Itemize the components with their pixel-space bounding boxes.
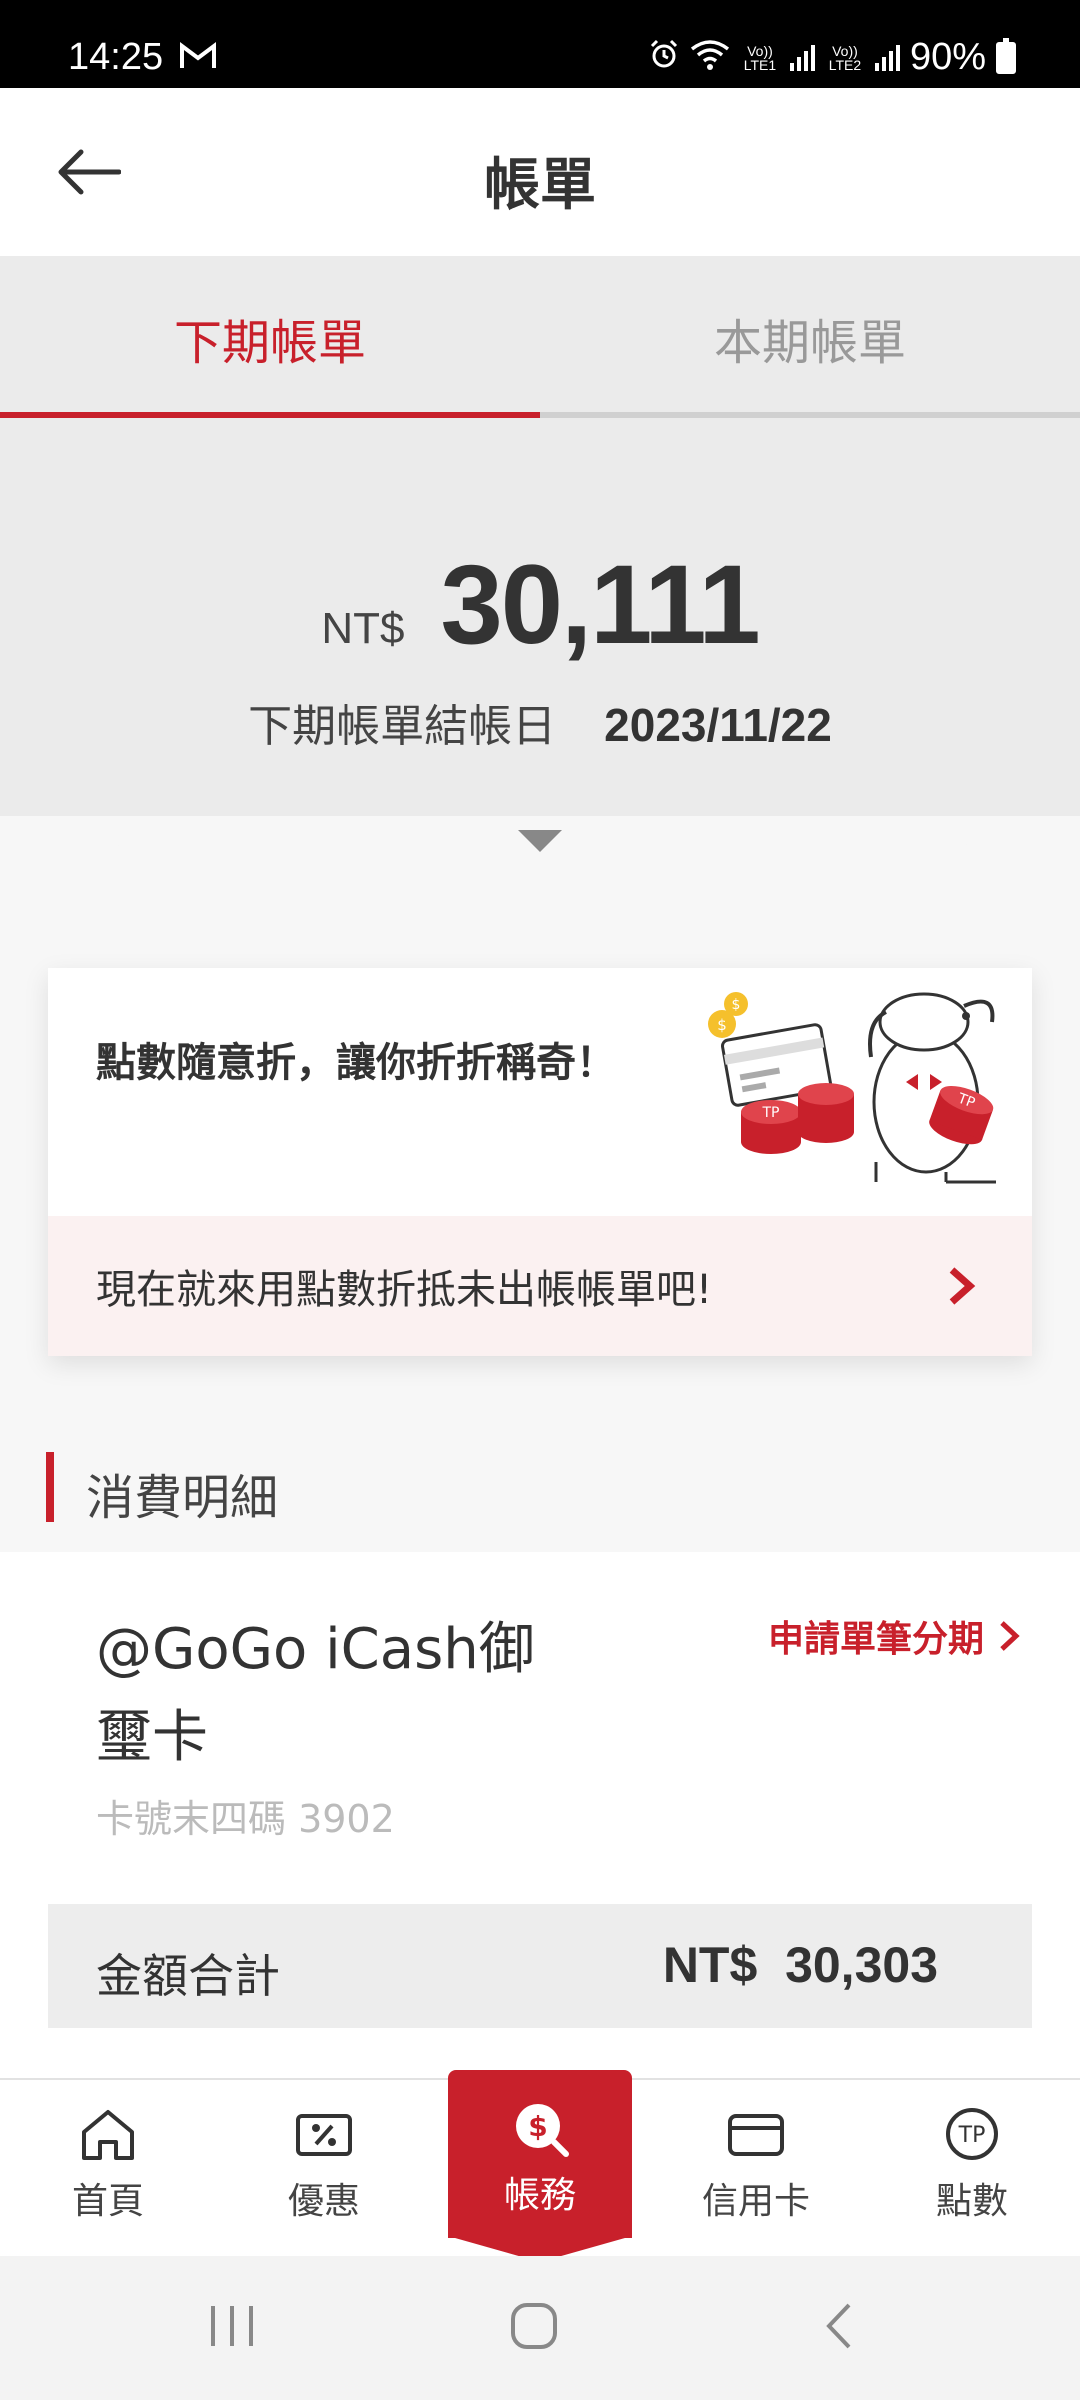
svg-text:$: $ (732, 997, 741, 1013)
svg-text:$: $ (528, 2110, 547, 2143)
tab-indicator-active (0, 412, 540, 418)
tab-current-bill[interactable]: 本期帳單 (540, 256, 1080, 420)
network-label-2: Vo)) LTE2 (828, 42, 862, 73)
total-amount-row: 金額合計 NT$ 30,303 (48, 1904, 1032, 2028)
section-title: 消費明細 (86, 1470, 279, 1526)
status-icons: Vo)) LTE1 Vo)) LTE2 90% (648, 36, 1016, 79)
billing-icon: $ (516, 2104, 569, 2157)
nav-label-credit-card: 信用卡 (701, 2181, 810, 2222)
promo-footer-text: 現在就來用點數折抵未出帳帳單吧! (96, 1267, 713, 1313)
points-promo-card[interactable]: 點數隨意折，讓你折折稱奇！ $ $ TP TP 現在就來用點數折抵未出帳帳單吧! (48, 968, 1032, 1356)
home-button[interactable] (474, 2286, 594, 2366)
nav-item-home[interactable]: 首頁 (0, 2080, 216, 2258)
installment-link-label: 申請單筆分期 (767, 1619, 984, 1660)
status-bar: 14:25 Vo)) LTE1 Vo)) LTE2 90% (0, 0, 1080, 88)
nav-item-billing[interactable]: $ 帳務 (448, 2070, 632, 2238)
battery-percent: 90% (909, 36, 986, 78)
apply-installment-link[interactable]: 申請單筆分期 (768, 1610, 1020, 1662)
signal-icon (789, 44, 815, 71)
bill-tabs: 下期帳單 本期帳單 (0, 256, 1080, 420)
home-circle-icon (511, 2303, 557, 2349)
closing-date-row: 下期帳單結帳日 2023/11/22 (0, 690, 1080, 754)
credit-card-icon (728, 2114, 784, 2156)
tab-indicator-idle (540, 412, 1080, 418)
total-value: NT$ 30,303 (662, 1937, 938, 1993)
system-back-button[interactable] (778, 2286, 898, 2366)
svg-text:TP: TP (958, 2123, 986, 2148)
signal-icon (874, 44, 900, 71)
gmail-icon (180, 42, 216, 78)
svg-text:$: $ (717, 1016, 727, 1034)
svg-text:TP: TP (762, 1105, 780, 1121)
amount-currency: NT$ (321, 604, 405, 653)
promo-footer-link[interactable]: 現在就來用點數折抵未出帳帳單吧! (48, 1216, 1032, 1356)
tab-next-bill[interactable]: 下期帳單 (0, 256, 540, 420)
nav-label-points: 點數 (935, 2181, 1008, 2222)
nav-label-home: 首頁 (71, 2181, 144, 2222)
section-accent-bar (46, 1452, 54, 1522)
wifi-icon (690, 39, 730, 76)
dog-mascot-illustration: $ $ TP TP (708, 992, 996, 1184)
chevron-right-icon (949, 1267, 976, 1305)
nav-item-offers[interactable]: 優惠 (216, 2080, 432, 2258)
card-last-four: 卡號末四碼 3902 (96, 1797, 395, 1841)
discount-icon (296, 2114, 352, 2156)
battery-icon (996, 37, 1016, 74)
app-header: 帳單 (0, 88, 1080, 256)
chevron-down-icon[interactable] (518, 828, 562, 854)
nav-item-credit-card[interactable]: 信用卡 (648, 2080, 864, 2258)
closing-date-label: 下期帳單結帳日 (248, 701, 557, 752)
page-title: 帳單 (484, 152, 596, 218)
network-label-1: Vo)) LTE1 (743, 42, 777, 73)
bill-amount: NT$ 30,111 (0, 540, 1080, 669)
nav-label-offers: 優惠 (287, 2181, 360, 2222)
closing-date-value: 2023/11/22 (604, 699, 832, 751)
recent-apps-button[interactable] (172, 2286, 292, 2366)
amount-value: 30,111 (440, 542, 760, 667)
home-icon (82, 2110, 134, 2160)
points-icon: TP (946, 2108, 998, 2160)
card-name: @GoGo iCash御璽卡 (96, 1617, 535, 1770)
recent-apps-icon (211, 2306, 253, 2346)
total-label: 金額合計 (96, 1949, 280, 2003)
status-time: 14:25 (68, 36, 164, 78)
alarm-icon (648, 38, 680, 78)
nav-label-billing: 帳務 (503, 2175, 576, 2216)
back-chevron-icon (826, 2303, 851, 2349)
chevron-right-icon (1000, 1621, 1020, 1651)
promo-title: 點數隨意折，讓你折折稱奇！ (96, 1040, 616, 1086)
system-nav-bar (0, 2256, 1080, 2400)
nav-item-points[interactable]: TP 點數 (864, 2080, 1080, 2258)
